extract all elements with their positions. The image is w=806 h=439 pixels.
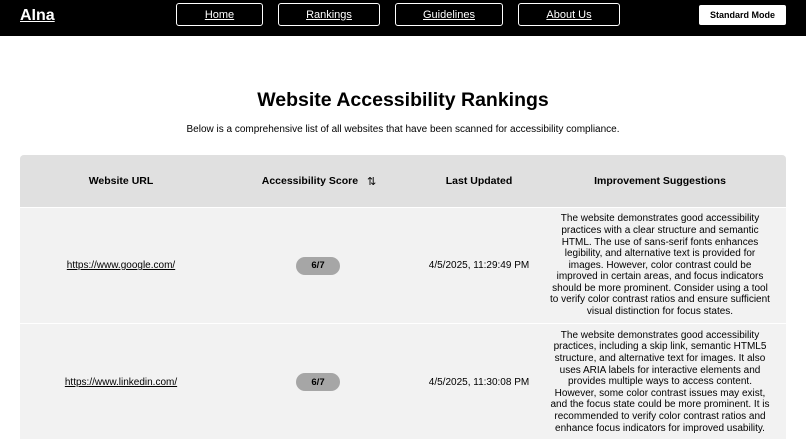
brand-logo[interactable]: AIna xyxy=(20,6,55,26)
last-updated-text: 4/5/2025, 11:29:49 PM xyxy=(428,260,530,271)
top-navbar: AIna Home Rankings Guidelines About Us S… xyxy=(0,0,806,36)
rankings-table: Website URL Accessibility Score ⇅ Last U… xyxy=(20,155,786,439)
cell-updated: 4/5/2025, 11:29:49 PM xyxy=(414,208,544,323)
cell-updated: 4/5/2025, 11:30:08 PM xyxy=(414,324,544,439)
header-improvement-suggestions: Improvement Suggestions xyxy=(544,155,776,207)
cell-url: https://www.google.com/ xyxy=(20,208,222,323)
header-website-url-label: Website URL xyxy=(88,175,154,187)
standard-mode-button[interactable]: Standard Mode xyxy=(699,5,786,25)
cell-suggestion: The website demonstrates good accessibil… xyxy=(544,324,776,439)
score-badge: 6/7 xyxy=(296,373,340,391)
table-row: https://www.google.com/ 6/7 4/5/2025, 11… xyxy=(20,207,786,323)
cell-url: https://www.linkedin.com/ xyxy=(20,324,222,439)
header-last-updated: Last Updated xyxy=(414,155,544,207)
header-accessibility-score-label: Accessibility Score xyxy=(261,175,359,187)
suggestion-text: The website demonstrates good accessibil… xyxy=(550,329,770,434)
table-row: https://www.linkedin.com/ 6/7 4/5/2025, … xyxy=(20,323,786,439)
nav-link-home[interactable]: Home xyxy=(176,3,263,26)
header-last-updated-label: Last Updated xyxy=(445,175,513,187)
website-url-link[interactable]: https://www.google.com/ xyxy=(67,260,175,271)
cell-score: 6/7 xyxy=(222,208,414,323)
header-website-url: Website URL xyxy=(20,155,222,207)
score-badge: 6/7 xyxy=(296,256,340,275)
header-improvement-suggestions-label: Improvement Suggestions xyxy=(594,175,726,187)
table-header: Website URL Accessibility Score ⇅ Last U… xyxy=(20,155,786,207)
nav-link-about-us[interactable]: About Us xyxy=(518,3,620,26)
page-subtitle: Below is a comprehensive list of all web… xyxy=(186,124,620,135)
nav-link-rankings[interactable]: Rankings xyxy=(278,3,380,26)
header-accessibility-score[interactable]: Accessibility Score ⇅ xyxy=(222,155,414,207)
sort-icon[interactable]: ⇅ xyxy=(367,175,376,188)
cell-score: 6/7 xyxy=(222,324,414,439)
nav-link-guidelines[interactable]: Guidelines xyxy=(395,3,503,26)
website-url-link[interactable]: https://www.linkedin.com/ xyxy=(65,377,177,388)
suggestion-text: The website demonstrates good accessibil… xyxy=(550,213,770,318)
last-updated-text: 4/5/2025, 11:30:08 PM xyxy=(428,376,530,388)
page-title: Website Accessibility Rankings xyxy=(257,89,549,111)
cell-suggestion: The website demonstrates good accessibil… xyxy=(544,208,776,323)
